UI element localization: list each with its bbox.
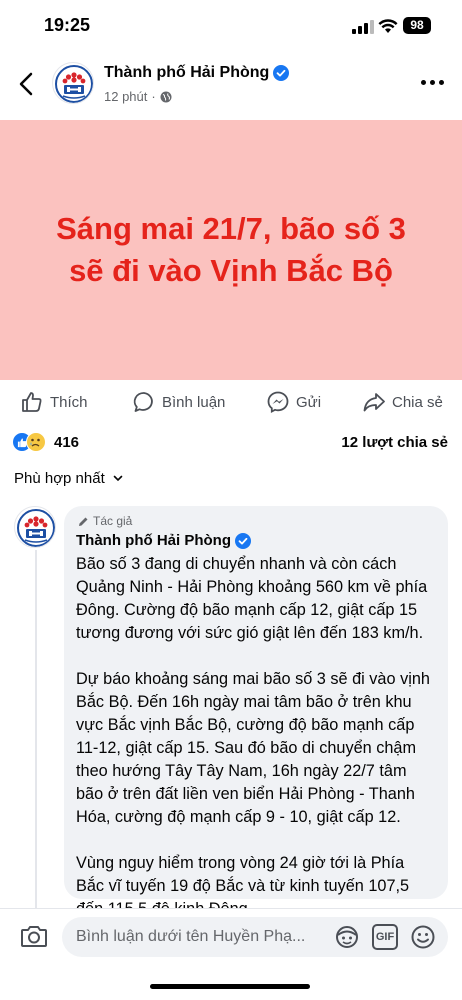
comment-label: Bình luận	[162, 393, 226, 411]
post-meta: 12 phút ·	[104, 89, 172, 104]
more-options-button[interactable]	[418, 72, 446, 92]
verified-badge-icon	[273, 65, 290, 81]
page-name[interactable]: Thành phố Hải Phòng	[104, 64, 269, 82]
cellular-signal-icon	[352, 20, 374, 34]
avatar-sticker-icon[interactable]	[334, 924, 360, 950]
comment-author-avatar[interactable]	[14, 506, 56, 548]
like-label: Thích	[50, 393, 88, 411]
share-arrow-icon	[363, 393, 385, 412]
haiphong-logo-icon	[17, 509, 55, 547]
reactions-summary[interactable]: 416	[12, 432, 79, 452]
send-label: Gửi	[296, 393, 322, 411]
comment-sort-dropdown[interactable]: Phù hợp nhất	[14, 470, 123, 487]
headline-line-1: Sáng mai 21/7, bão số 3	[56, 211, 406, 246]
comment-bubble[interactable]: Tác giả Thành phố Hải Phòng Bão số 3 đan…	[64, 506, 448, 918]
pen-icon	[79, 517, 88, 526]
messenger-icon	[267, 391, 289, 413]
reaction-count: 416	[54, 433, 80, 451]
thread-line	[35, 550, 37, 910]
verified-badge-icon	[234, 532, 251, 549]
home-indicator	[150, 984, 310, 989]
sad-reaction-icon	[26, 432, 46, 452]
gif-button[interactable]: GIF	[372, 924, 398, 950]
headline-line-2: sẽ đi vào Vịnh Bắc Bộ	[69, 253, 393, 288]
chevron-down-icon	[113, 475, 123, 482]
thumbs-up-icon	[22, 392, 42, 412]
share-button[interactable]: Chia sẻ	[362, 390, 443, 414]
page-name-row[interactable]: Thành phố Hải Phòng	[104, 64, 290, 82]
globe-icon	[160, 91, 172, 102]
post-time[interactable]: 12 phút	[104, 89, 147, 104]
chevron-left-icon	[19, 72, 33, 96]
comment-composer: GIF	[0, 908, 462, 964]
haiphong-logo-icon	[55, 65, 93, 103]
status-time: 19:25	[44, 15, 91, 35]
battery-indicator: 98	[403, 17, 431, 34]
like-button[interactable]: Thích	[20, 390, 88, 414]
wifi-icon	[378, 19, 398, 33]
comment-text: Bão số 3 đang di chuyển nhanh và còn các…	[76, 555, 430, 918]
status-bar: 19:25 98	[0, 0, 462, 52]
send-button[interactable]: Gửi	[266, 390, 321, 414]
share-label: Chia sẻ	[392, 393, 443, 411]
comment-author-name[interactable]: Thành phố Hải Phòng	[76, 532, 231, 549]
sort-label: Phù hợp nhất	[14, 470, 105, 487]
post-image-headline: Sáng mai 21/7, bão số 3 sẽ đi vào Vịnh B…	[21, 208, 441, 292]
emoji-icon[interactable]	[410, 924, 436, 950]
page-avatar[interactable]	[52, 62, 94, 104]
camera-icon[interactable]	[20, 923, 48, 949]
post-header: Thành phố Hải Phòng 12 phút ·	[0, 56, 462, 116]
post-actions-bar: Thích Bình luận Gửi Chia sẻ	[0, 384, 462, 420]
back-button[interactable]	[14, 70, 38, 98]
comment-bubble-icon	[133, 392, 153, 412]
author-tag: Tác giả	[78, 514, 436, 528]
share-count[interactable]: 12 lượt chia sẻ	[341, 434, 448, 451]
comment-author-row[interactable]: Thành phố Hải Phòng	[76, 532, 436, 549]
comment-button[interactable]: Bình luận	[132, 390, 225, 414]
author-tag-label: Tác giả	[93, 514, 133, 528]
post-image[interactable]: Sáng mai 21/7, bão số 3 sẽ đi vào Vịnh B…	[0, 120, 462, 380]
